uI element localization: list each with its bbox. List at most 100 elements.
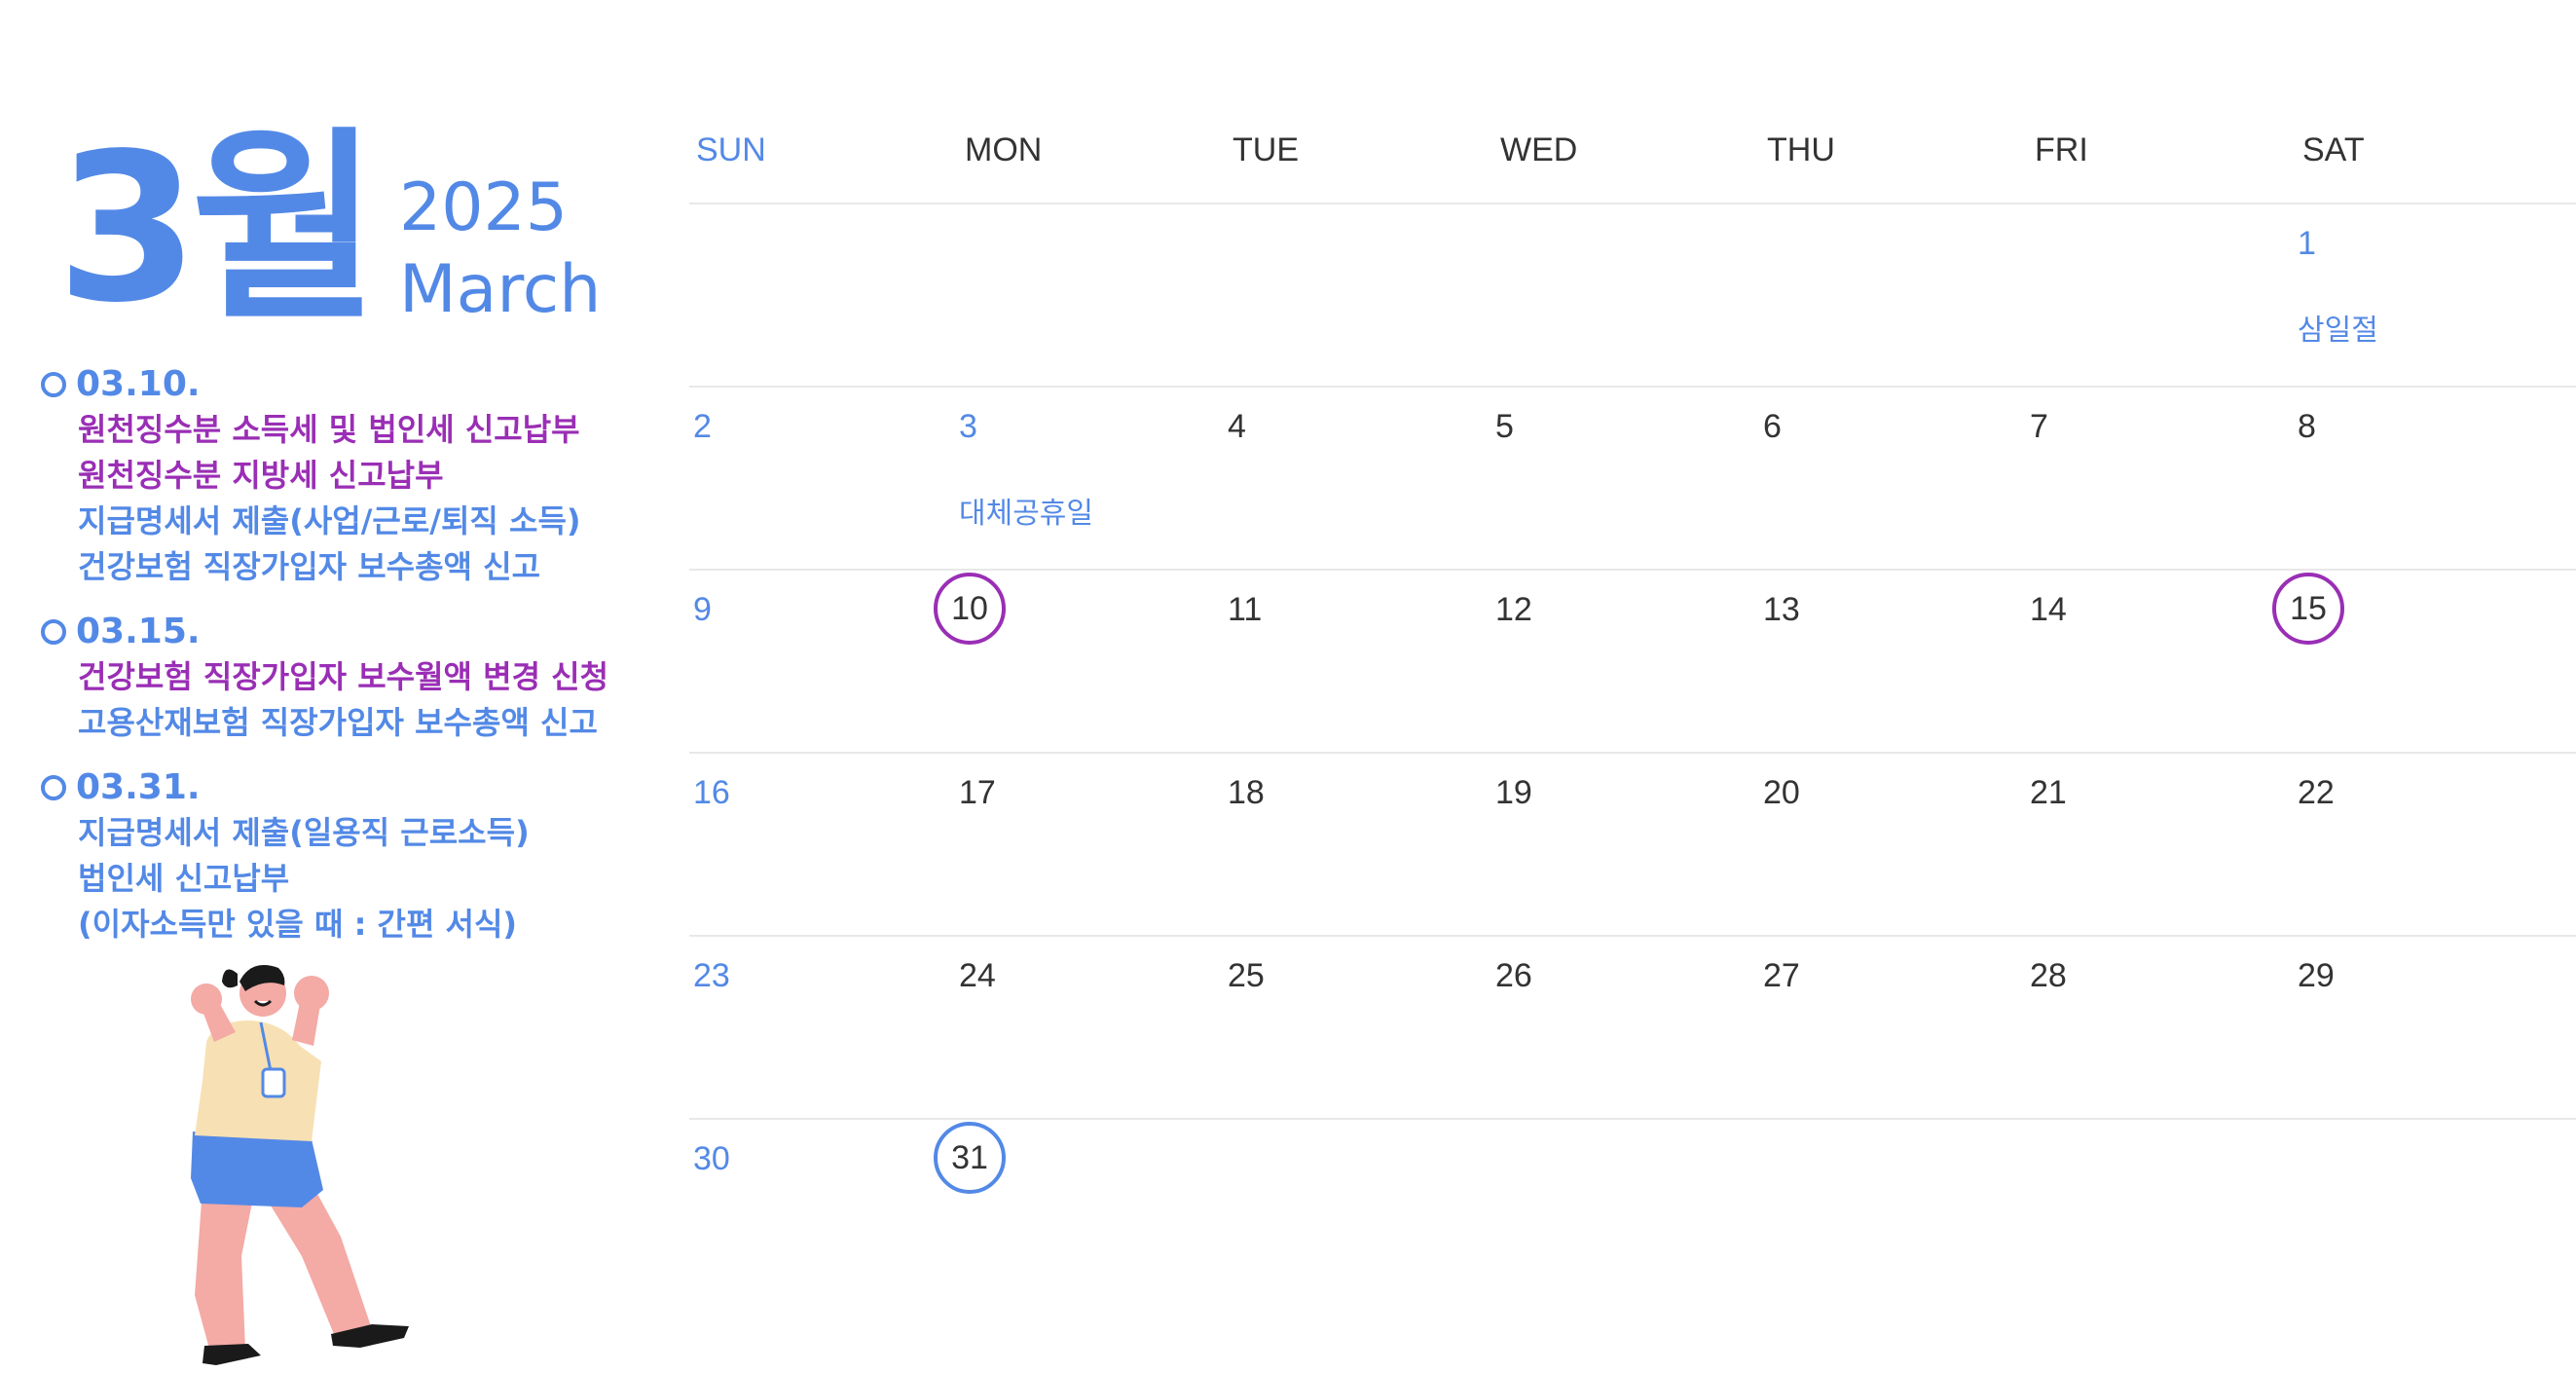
day-number: 21	[2030, 774, 2067, 811]
day-number: 20	[1763, 774, 1800, 811]
schedule-item: 고용산재보험 직장가입자 보수총액 신고	[78, 704, 598, 741]
day-number: 29	[2298, 957, 2335, 994]
weekday-label-thu: THU	[1767, 131, 1835, 168]
weekday-label-fri: FRI	[2035, 131, 2088, 168]
holiday-label: 대체공휴일	[959, 497, 1093, 531]
circle-bullet-icon	[41, 372, 66, 397]
day-number: 2	[693, 408, 712, 445]
day-number: 18	[1228, 774, 1265, 811]
calendar-week-row: 23 24 25 26 27 28 29	[689, 937, 2576, 1120]
month-title-korean: 3월	[56, 109, 379, 348]
day-number: 25	[1228, 957, 1265, 994]
schedule-date: 03.15.	[76, 612, 201, 651]
day-number: 19	[1495, 774, 1532, 811]
day-number: 8	[2298, 408, 2316, 445]
day-number: 1	[2298, 225, 2316, 262]
day-number: 28	[2030, 957, 2067, 994]
weekday-label-sun: SUN	[696, 131, 766, 168]
day-number: 4	[1228, 408, 1246, 445]
calendar-day-cell[interactable]: 24	[955, 937, 1218, 1118]
woman-cheering-illustration	[156, 964, 448, 1369]
calendar-day-cell[interactable]: 14	[2026, 571, 2289, 752]
day-number: 5	[1495, 408, 1514, 445]
calendar-day-cell[interactable]: 26	[1491, 937, 1754, 1118]
calendar-day-cell[interactable]: 4	[1224, 388, 1487, 569]
calendar-day-cell[interactable]: 15	[2272, 571, 2557, 752]
calendar-day-cell[interactable]: 8	[2294, 388, 2557, 569]
calendar-day-cell[interactable]: 25	[1224, 937, 1487, 1118]
schedule-item: 원천징수분 소득세 및 법인세 신고납부	[78, 411, 580, 448]
calendar-week-row: 2 3 대체공휴일 4 5 6 7 8	[689, 388, 2576, 571]
day-number: 9	[693, 591, 712, 628]
calendar-day-cell[interactable]: 17	[955, 754, 1218, 935]
weekday-header-row: SUN MON TUE WED THU FRI SAT	[689, 115, 2576, 204]
day-number: 10	[934, 573, 1006, 645]
circle-bullet-icon	[41, 619, 66, 645]
calendar-day-cell[interactable]: 12	[1491, 571, 1754, 752]
calendar-day-cell[interactable]: 6	[1759, 388, 2022, 569]
schedule-item: 법인세 신고납부	[78, 860, 290, 897]
day-number: 31	[934, 1122, 1006, 1194]
day-number: 22	[2298, 774, 2335, 811]
day-number: 12	[1495, 591, 1532, 628]
day-number: 7	[2030, 408, 2048, 445]
weekday-label-tue: TUE	[1233, 131, 1299, 168]
day-number: 16	[693, 774, 730, 811]
calendar-day-cell[interactable]: 19	[1491, 754, 1754, 935]
schedule-date: 03.31.	[76, 767, 201, 807]
calendar-day-cell[interactable]: 18	[1224, 754, 1487, 935]
circle-bullet-icon	[41, 775, 66, 800]
calendar-day-cell[interactable]: 9	[689, 571, 952, 752]
calendar-week-row: 16 17 18 19 20 21 22	[689, 754, 2576, 937]
day-number: 14	[2030, 591, 2067, 628]
calendar-day-cell[interactable]: 2	[689, 388, 952, 569]
calendar-week-row: 9 10 11 12 13 14 15	[689, 571, 2576, 754]
schedule-date: 03.10.	[76, 364, 201, 404]
day-number: 26	[1495, 957, 1532, 994]
weekday-label-wed: WED	[1500, 131, 1578, 168]
day-number: 15	[2272, 573, 2344, 645]
calendar-day-cell[interactable]: 20	[1759, 754, 2022, 935]
day-number: 11	[1228, 591, 1263, 628]
calendar-day-cell[interactable]: 10	[934, 571, 1218, 752]
year-label: 2025	[399, 169, 569, 246]
day-number: 17	[959, 774, 996, 811]
day-number: 13	[1763, 591, 1800, 628]
calendar-day-cell[interactable]: 22	[2294, 754, 2557, 935]
calendar-day-cell[interactable]: 7	[2026, 388, 2289, 569]
calendar-day-cell[interactable]: 27	[1759, 937, 2022, 1118]
calendar-day-cell[interactable]: 29	[2294, 937, 2557, 1118]
schedule-item: (이자소득만 있을 때 : 간편 서식)	[78, 906, 518, 943]
day-number: 6	[1763, 408, 1782, 445]
calendar-day-cell[interactable]: 5	[1491, 388, 1754, 569]
calendar-day-cell[interactable]: 21	[2026, 754, 2289, 935]
day-number: 27	[1763, 957, 1800, 994]
calendar-day-cell[interactable]: 11	[1224, 571, 1487, 752]
schedule-group: 03.31. 지급명세서 제출(일용직 근로소득) 법인세 신고납부 (이자소득만 있…	[41, 765, 674, 947]
tax-schedule-list: 03.10. 원천징수분 소득세 및 법인세 신고납부원천징수분 지방세 신고납부…	[41, 362, 674, 967]
schedule-item: 건강보험 직장가입자 보수월액 변경 신청	[78, 658, 609, 695]
schedule-group: 03.15. 건강보험 직장가입자 보수월액 변경 신청고용산재보험 직장가입자 …	[41, 610, 674, 746]
schedule-date-row: 03.10.	[41, 362, 674, 407]
calendar-week-row: 30 31	[689, 1120, 2576, 1301]
day-number: 3	[959, 408, 977, 445]
calendar-week-row: 1 삼일절	[689, 204, 2576, 388]
schedule-date-row: 03.15.	[41, 610, 674, 654]
schedule-group: 03.10. 원천징수분 소득세 및 법인세 신고납부원천징수분 지방세 신고납부…	[41, 362, 674, 590]
day-number: 30	[693, 1140, 730, 1177]
calendar-day-cell[interactable]: 16	[689, 754, 952, 935]
calendar-day-cell[interactable]: 1 삼일절	[2294, 204, 2557, 386]
schedule-item: 원천징수분 지방세 신고납부	[78, 457, 444, 494]
weekday-label-mon: MON	[965, 131, 1043, 168]
calendar-day-cell[interactable]: 30	[689, 1120, 952, 1301]
calendar-day-cell[interactable]: 13	[1759, 571, 2022, 752]
schedule-item: 건강보험 직장가입자 보수총액 신고	[78, 548, 541, 585]
weekday-label-sat: SAT	[2302, 131, 2365, 168]
day-number: 23	[693, 957, 730, 994]
month-title-english: March	[399, 251, 602, 328]
calendar-day-cell[interactable]: 28	[2026, 937, 2289, 1118]
calendar-day-cell[interactable]: 3 대체공휴일	[955, 388, 1218, 569]
calendar-day-cell[interactable]: 31	[934, 1120, 1218, 1301]
schedule-item: 지급명세서 제출(일용직 근로소득)	[78, 814, 530, 851]
calendar-day-cell[interactable]: 23	[689, 937, 952, 1118]
